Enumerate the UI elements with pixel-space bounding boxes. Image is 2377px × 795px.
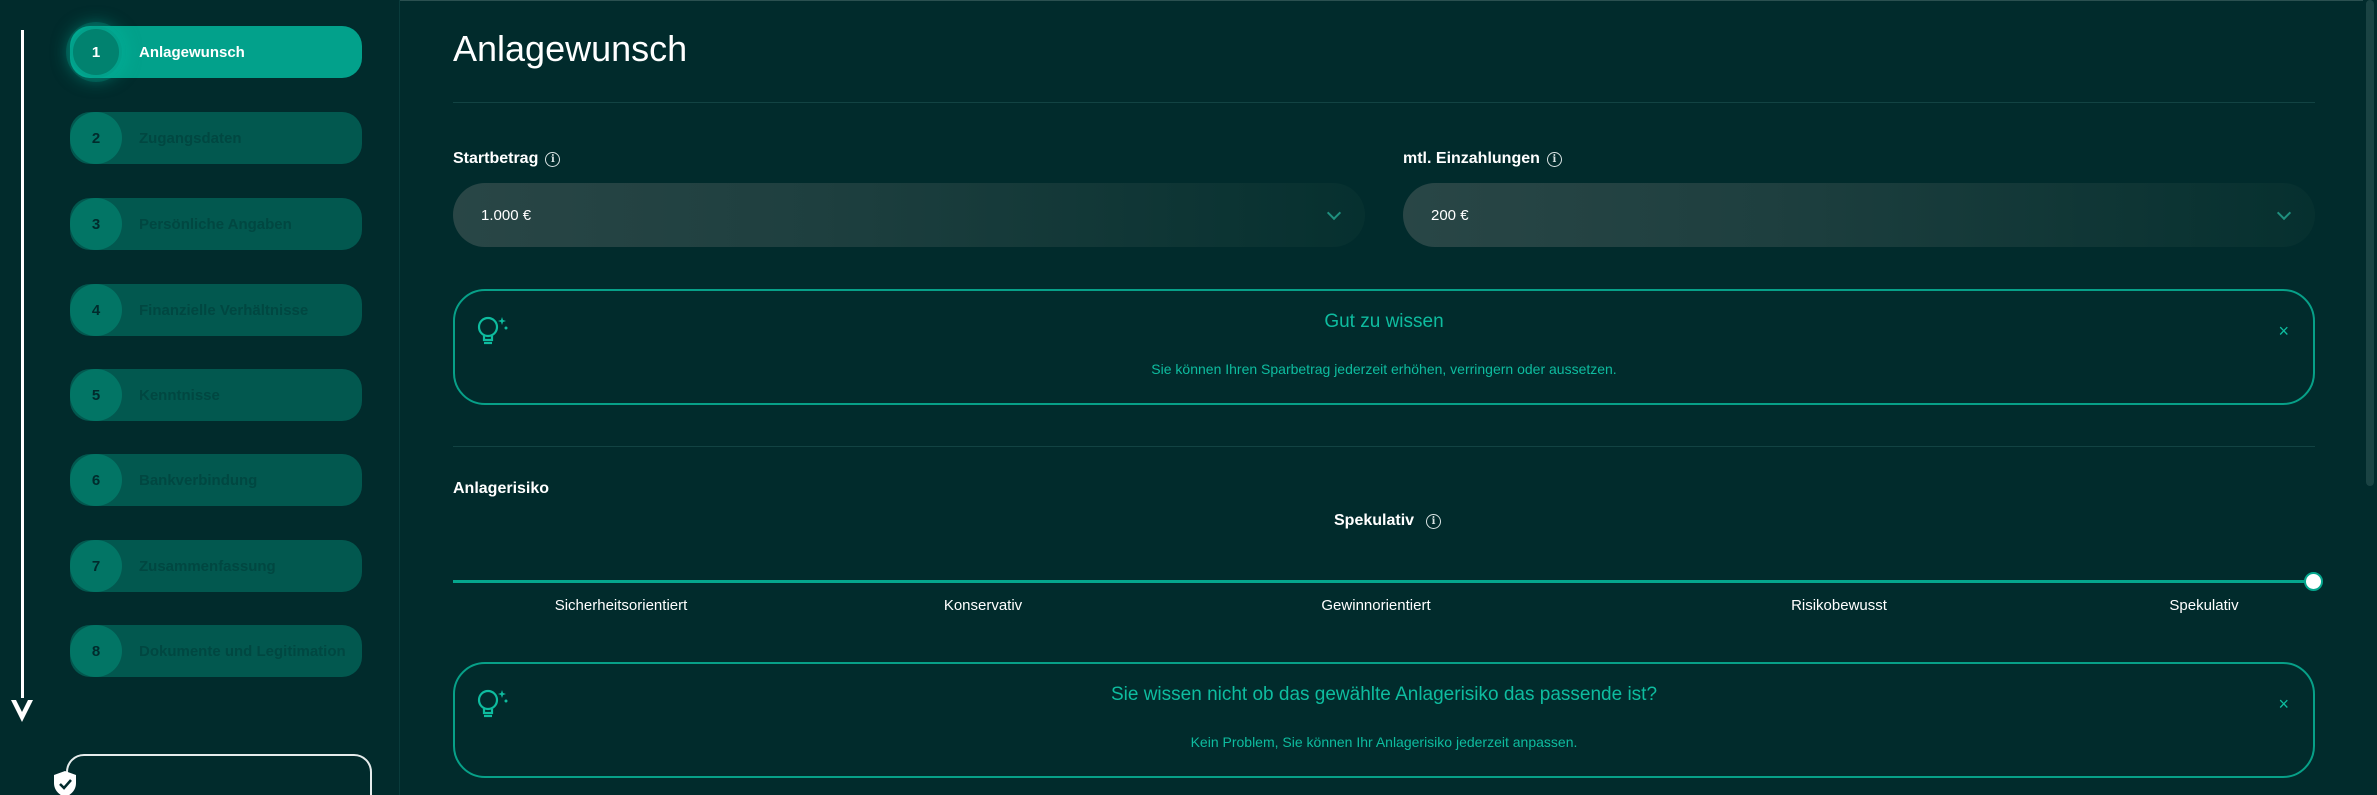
start-amount-select[interactable]: 1.000 €	[453, 183, 1365, 247]
sidebar-step-3[interactable]: 3 Persönliche Angaben	[70, 198, 362, 250]
divider	[453, 102, 2315, 103]
page-title: Anlagewunsch	[453, 28, 688, 69]
sidebar-step-5[interactable]: 5 Kenntnisse	[70, 369, 362, 421]
step-label: Zusammenfassung	[139, 557, 276, 575]
sidebar-step-1[interactable]: 1 Anlagewunsch	[70, 26, 362, 78]
tip-title: Sie wissen nicht ob das gewählte Anlager…	[1110, 684, 1658, 705]
start-amount-label: Startbetrag i	[453, 150, 561, 168]
shield-check-icon	[54, 771, 76, 795]
risk-option-2[interactable]: Konservativ	[944, 597, 1022, 614]
step-number: 5	[70, 369, 122, 421]
security-info-card[interactable]	[66, 754, 372, 795]
step-number: 3	[70, 198, 122, 250]
progress-arrow-line	[21, 30, 24, 705]
scrollbar[interactable]	[2363, 0, 2377, 795]
tip-text: Sie können Ihren Sparbetrag jederzeit er…	[1151, 361, 1617, 377]
risk-option-3[interactable]: Gewinnorientiert	[1321, 597, 1430, 614]
monthly-deposit-label: mtl. Einzahlungen i	[1403, 150, 1562, 168]
step-number: 1	[70, 26, 122, 78]
sidebar-step-4[interactable]: 4 Finanzielle Verhältnisse	[70, 284, 362, 336]
risk-option-1[interactable]: Sicherheitsorientiert	[555, 597, 688, 614]
step-label: Bankverbindung	[139, 471, 258, 489]
sidebar-step-7[interactable]: 7 Zusammenfassung	[70, 540, 362, 592]
sidebar: 1 Anlagewunsch 2 Zugangsdaten 3 Persönli…	[0, 0, 400, 795]
risk-option-4[interactable]: Risikobewusst	[1791, 597, 1887, 614]
risk-slider-thumb[interactable]	[2304, 572, 2323, 591]
step-number: 6	[70, 454, 122, 506]
risk-slider-track[interactable]	[453, 580, 2315, 583]
chevron-down-icon	[1326, 205, 1342, 221]
info-icon[interactable]: i	[1426, 513, 1442, 529]
sidebar-step-6[interactable]: 6 Bankverbindung	[70, 454, 362, 506]
monthly-deposit-value: 200 €	[1431, 206, 1469, 224]
step-number: 2	[70, 112, 122, 164]
scrollbar-thumb[interactable]	[2366, 0, 2374, 486]
risk-section-label: Anlagerisiko	[453, 480, 550, 497]
risk-option-5[interactable]: Spekulativ	[2169, 597, 2238, 614]
info-icon[interactable]: i	[545, 151, 561, 167]
step-label: Dokumente und Legitimation	[139, 642, 346, 660]
tip-box-savings: Gut zu wissen Sie können Ihren Sparbetra…	[453, 289, 2315, 405]
step-number: 8	[70, 625, 122, 677]
step-label: Kenntnisse	[139, 386, 220, 404]
main-content: Anlagewunsch Startbetrag i 1.000 € mtl. …	[453, 0, 2323, 795]
step-number: 7	[70, 540, 122, 592]
chevron-down-icon	[2276, 205, 2292, 221]
close-icon[interactable]: ×	[2278, 321, 2289, 342]
divider	[453, 446, 2315, 447]
tip-title: Gut zu wissen	[1324, 311, 1444, 332]
step-label: Persönliche Angaben	[139, 215, 292, 233]
tip-box-risk: Sie wissen nicht ob das gewählte Anlager…	[453, 662, 2315, 778]
start-amount-value: 1.000 €	[481, 206, 532, 224]
step-label: Finanzielle Verhältnisse	[139, 301, 309, 319]
sidebar-step-2[interactable]: 2 Zugangsdaten	[70, 112, 362, 164]
close-icon[interactable]: ×	[2278, 694, 2289, 715]
tip-text: Kein Problem, Sie können Ihr Anlagerisik…	[1190, 734, 1578, 750]
risk-current-value: Spekulativ i	[1334, 512, 1442, 530]
step-label: Anlagewunsch	[139, 43, 245, 61]
sidebar-step-8[interactable]: 8 Dokumente und Legitimation	[70, 625, 362, 677]
monthly-deposit-select[interactable]: 200 €	[1403, 183, 2315, 247]
info-icon[interactable]: i	[1546, 151, 1562, 167]
step-number: 4	[70, 284, 122, 336]
step-label: Zugangsdaten	[139, 129, 242, 147]
